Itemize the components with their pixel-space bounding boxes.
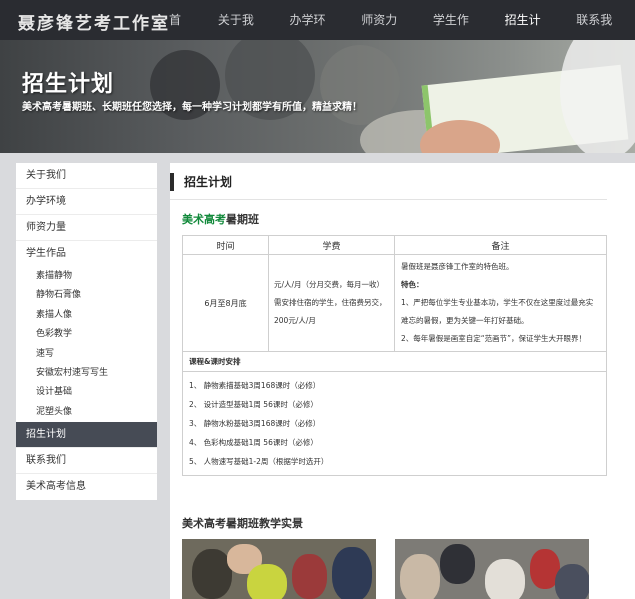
classroom-photo-2[interactable]	[395, 539, 589, 599]
nav-contact[interactable]: 联系我们	[563, 0, 635, 67]
table-cell-time: 6月至8月底	[182, 254, 269, 352]
section-summer-heading: 美术高考暑期班	[182, 211, 259, 227]
table-header-row: 时间 学费 备注	[182, 235, 607, 255]
note-label: 特色：	[401, 280, 424, 289]
sidebar-subitem[interactable]: 素描静物	[16, 267, 157, 286]
list-item: 1、 静物素描基础3周168课时（必修）	[189, 381, 321, 390]
table-header-note: 备注	[394, 235, 607, 255]
table-header-fee: 学费	[268, 235, 395, 255]
list-item: 3、 静物水粉基础3周168课时（必修）	[189, 419, 321, 428]
note-point-1: 1、严把每位学生专业基本功，学生不仅在这里度过最充实难忘的暑假，更为关键一年打好…	[401, 298, 594, 325]
sidebar-item-enrollment[interactable]: 招生计划	[16, 422, 157, 449]
page-banner: 招生计划 美术高考暑期班、长期班任您选择，每一种学习计划都学有所值，精益求精！	[0, 40, 635, 153]
table-cell-fee: 元/人/月（分月交费，每月一收） 需安排住宿的学生，住宿费另交， 200元/人/…	[268, 254, 395, 352]
main-content: 招生计划 美术高考暑期班 时间 学费 备注 6月至8月底 元/人/月（分月交费，…	[170, 163, 635, 599]
section-heading-highlight: 美术高考	[182, 213, 226, 226]
banner-title: 招生计划	[22, 72, 115, 97]
sidebar-item-environment[interactable]: 办学环境	[16, 189, 157, 215]
nav-home[interactable]: 首页	[156, 0, 205, 67]
sidebar-item-contact[interactable]: 联系我们	[16, 448, 157, 475]
course-schedule-heading: 课程&课时安排	[182, 351, 607, 372]
sidebar-item-teachers[interactable]: 师资力量	[16, 215, 157, 241]
sidebar-item-works[interactable]: 学生作品	[16, 241, 157, 267]
nav-about[interactable]: 关于我们	[205, 0, 277, 67]
fee-line: 元/人/月（分月交费，每月一收）	[274, 280, 385, 289]
banner-subtitle: 美术高考暑期班、长期班任您选择，每一种学习计划都学有所值，精益求精！	[22, 102, 362, 113]
main-nav: 首页 关于我们 办学环境 师资力量 学生作品 招生计划 联系我们	[156, 0, 635, 67]
page-title: 招生计划	[170, 173, 232, 191]
table-row: 1、 静物素描基础3周168课时（必修） 2、 设计造型基础1周 56课时（必修…	[182, 371, 607, 476]
table-row: 课程&课时安排	[182, 351, 607, 372]
sidebar-subitem[interactable]: 泥塑头像	[16, 403, 157, 422]
sidebar-subitem[interactable]: 设计基础	[16, 383, 157, 402]
sidebar-subitem[interactable]: 静物石膏像	[16, 286, 157, 305]
list-item: 4、 色彩构成基础1周 56课时（必修）	[189, 438, 318, 447]
note-point-2: 2、每年暑假是画室自定“范画节”，保证学生大开眼界！	[401, 334, 587, 343]
sidebar-item-about[interactable]: 关于我们	[16, 163, 157, 189]
title-divider	[170, 199, 607, 200]
enrollment-table: 时间 学费 备注 6月至8月底 元/人/月（分月交费，每月一收） 需安排住宿的学…	[182, 235, 607, 476]
site-logo[interactable]: 聂彦锋艺考工作室	[18, 9, 170, 34]
nav-works[interactable]: 学生作品	[420, 0, 492, 67]
section-heading-rest: 暑期班	[226, 213, 259, 226]
table-cell-note: 暑假班是聂彦锋工作室的特色班。 特色： 1、严把每位学生专业基本功，学生不仅在这…	[394, 254, 607, 352]
banner-photo-shape	[560, 40, 635, 153]
banner-photo-shape	[320, 45, 400, 125]
nav-environment[interactable]: 办学环境	[277, 0, 349, 67]
sidebar: 关于我们 办学环境 师资力量 学生作品 素描静物 静物石膏像 素描人像 色彩教学…	[16, 163, 157, 500]
top-header: 聂彦锋艺考工作室 首页 关于我们 办学环境 师资力量 学生作品 招生计划 联系我…	[0, 0, 635, 67]
nav-enrollment[interactable]: 招生计划	[492, 0, 564, 67]
classroom-photo-1[interactable]	[182, 539, 376, 599]
course-list: 1、 静物素描基础3周168课时（必修） 2、 设计造型基础1周 56课时（必修…	[182, 371, 607, 476]
table-header-time: 时间	[182, 235, 269, 255]
fee-line: 需安排住宿的学生，住宿费另交，	[274, 298, 387, 307]
nav-teachers[interactable]: 师资力量	[348, 0, 420, 67]
list-item: 2、 设计造型基础1周 56课时（必修）	[189, 400, 318, 409]
table-row: 6月至8月底 元/人/月（分月交费，每月一收） 需安排住宿的学生，住宿费另交， …	[182, 254, 607, 352]
note-intro: 暑假班是聂彦锋工作室的特色班。	[401, 262, 514, 271]
section-photos-heading: 美术高考暑期班教学实景	[182, 517, 303, 530]
sidebar-subitem[interactable]: 色彩教学	[16, 325, 157, 344]
sidebar-subitem[interactable]: 速写	[16, 345, 157, 364]
sidebar-subitem[interactable]: 素描人像	[16, 306, 157, 325]
sidebar-item-exam-info[interactable]: 美术高考信息	[16, 474, 157, 500]
list-item: 5、 人物速写基础1-2周（根据学时选开）	[189, 457, 329, 466]
sidebar-subitem[interactable]: 安徽宏村速写写生	[16, 364, 157, 383]
fee-line: 200元/人/月	[274, 316, 316, 325]
